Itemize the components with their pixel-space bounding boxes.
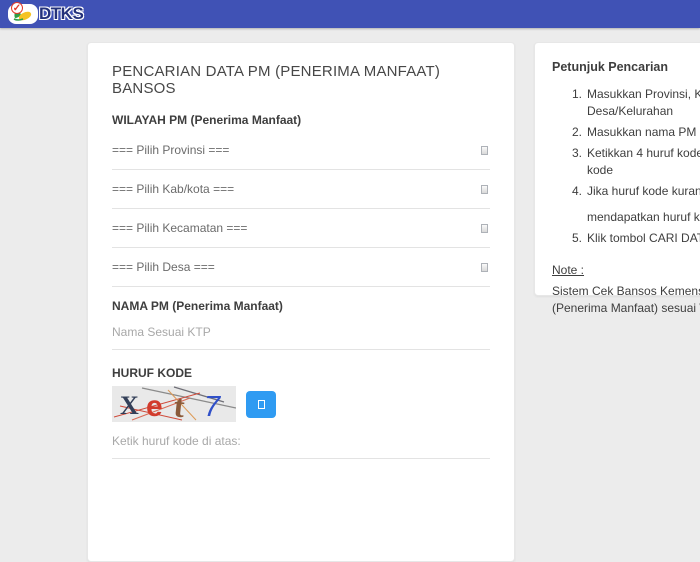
captcha-image: X e t 7	[112, 386, 236, 422]
select-provinsi[interactable]: === Pilih Provinsi ===	[112, 131, 490, 170]
note-label: Note :	[552, 263, 585, 277]
instructions-card: Petunjuk Pencarian 1. Masukkan Provinsi,…	[534, 42, 700, 315]
instruction-step: 3. Ketikkan 4 huruf kode yang tertera da…	[571, 146, 700, 177]
search-form-card: PENCARIAN DATA PM (PENERIMA MANFAAT) BAN…	[87, 42, 515, 562]
captcha-refresh-button[interactable]	[246, 390, 276, 418]
select-desa-value: === Pilih Desa ===	[112, 260, 215, 274]
dropdown-glyph-icon	[481, 145, 488, 155]
dtks-logo-text: DTKS	[39, 4, 84, 23]
dropdown-glyph-icon	[481, 262, 488, 272]
captcha-char: X	[120, 391, 139, 420]
page-title: PENCARIAN DATA PM (PENERIMA MANFAAT) BAN…	[112, 63, 441, 97]
instructions-title: Petunjuk Pencarian	[552, 60, 669, 74]
select-kabkota-value: === Pilih Kab/kota ===	[112, 182, 235, 196]
app-header: DTKS ✓	[0, 0, 700, 28]
nama-pm-input[interactable]	[112, 317, 490, 350]
note-text: Sistem Cek Bansos Kemensos akan menampil…	[552, 284, 700, 298]
note-text: (Penerima Manfaat) sesuai Wilayah yang d…	[552, 301, 700, 315]
instruction-step: 2. Masukkan nama PM (Penerima Manfaat) s…	[571, 125, 700, 139]
captcha-char: e	[146, 390, 163, 422]
red-check-icon: ✓	[11, 2, 23, 14]
instruction-step: 1. Masukkan Provinsi, Kabupaten/Kota, Ke…	[571, 87, 700, 118]
note-block: Note : Sistem Cek Bansos Kemensos akan m…	[552, 263, 700, 317]
instruction-step: 5. Klik tombol CARI DATA	[571, 231, 700, 245]
nama-pm-label: NAMA PM (Penerima Manfaat)	[112, 299, 283, 313]
select-provinsi-value: === Pilih Provinsi ===	[112, 143, 230, 157]
huruf-kode-label: HURUF KODE	[112, 366, 192, 380]
select-kecamatan-value: === Pilih Kecamatan ===	[112, 221, 248, 235]
dropdown-glyph-icon	[481, 223, 488, 233]
instructions-list: 1. Masukkan Provinsi, Kabupaten/Kota, Ke…	[552, 86, 700, 247]
select-desa[interactable]: === Pilih Desa ===	[112, 248, 490, 287]
huruf-kode-input[interactable]	[112, 426, 490, 459]
dropdown-glyph-icon	[481, 184, 488, 194]
captcha-char: 7	[204, 391, 222, 422]
select-kecamatan[interactable]: === Pilih Kecamatan ===	[112, 209, 490, 248]
wilayah-label: WILAYAH PM (Penerima Manfaat)	[112, 113, 302, 127]
refresh-glyph-icon	[257, 399, 265, 409]
select-kabkota[interactable]: === Pilih Kab/kota ===	[112, 170, 490, 209]
instruction-step: 4. Jika huruf kode kurang jelas, klik ic…	[571, 184, 700, 224]
dtks-logo[interactable]: DTKS ✓	[8, 2, 84, 24]
